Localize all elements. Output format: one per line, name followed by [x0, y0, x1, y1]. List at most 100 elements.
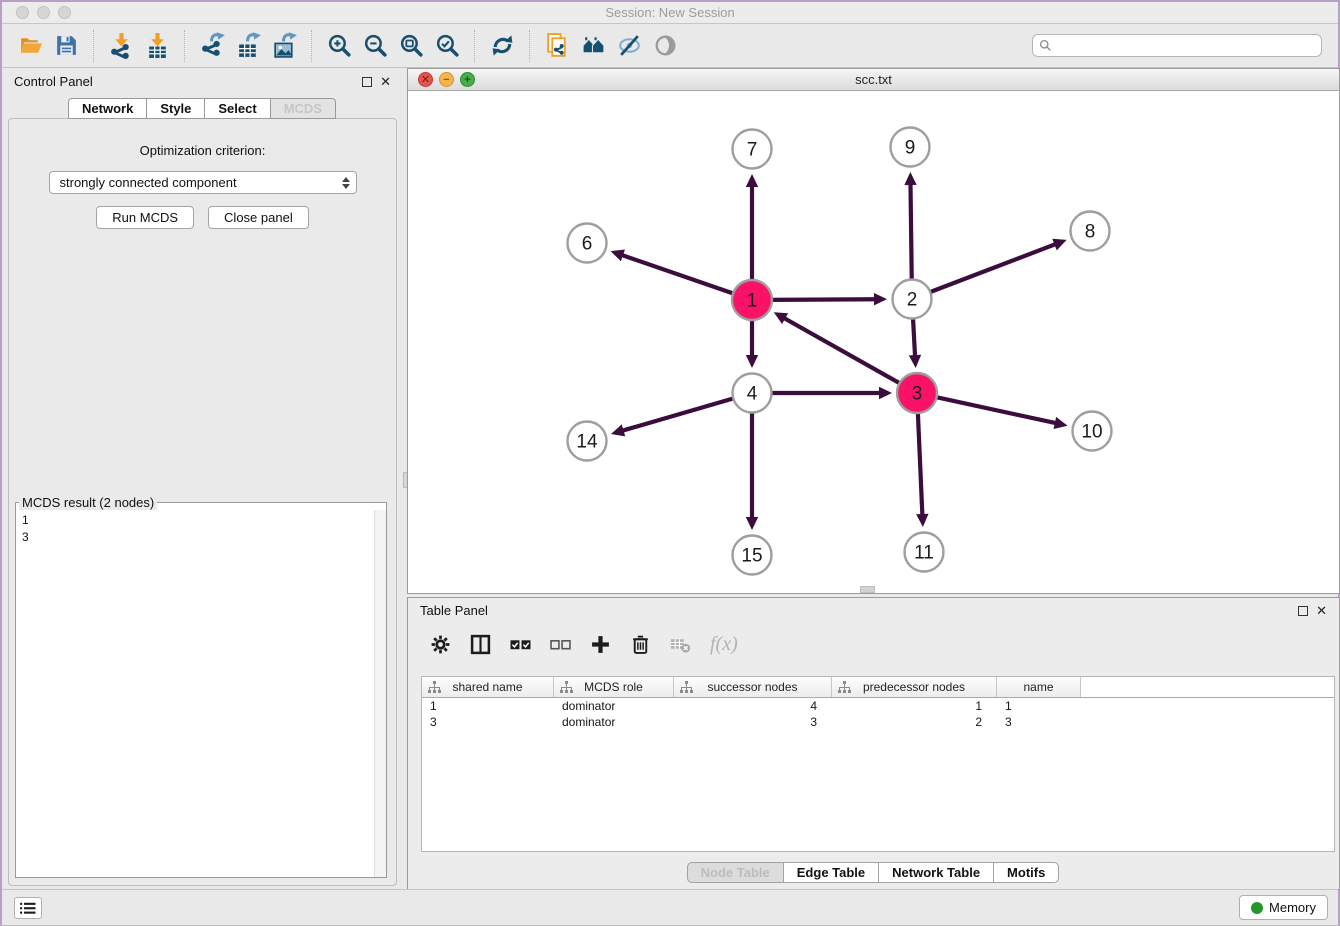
tab-edge-table[interactable]: Edge Table [783, 862, 879, 883]
node-9[interactable]: 9 [891, 128, 930, 167]
minimize-window-icon[interactable] [37, 6, 50, 19]
main-toolbar [2, 24, 1338, 68]
window-controls[interactable] [16, 6, 71, 19]
import-network-icon[interactable] [103, 28, 139, 64]
node-10[interactable]: 10 [1073, 412, 1112, 451]
edge-2-9[interactable] [904, 172, 916, 282]
close-window-icon[interactable] [16, 6, 29, 19]
column-header-successor-nodes[interactable]: successor nodes [674, 677, 832, 697]
settings-gear-icon[interactable] [430, 634, 451, 655]
column-header-predecessor-nodes[interactable]: predecessor nodes [832, 677, 997, 697]
tab-mcds[interactable]: MCDS [270, 98, 336, 119]
result-scrollbar[interactable] [374, 510, 386, 877]
zoom-selected-icon[interactable] [429, 28, 465, 64]
svg-text:3: 3 [912, 384, 923, 405]
node-3[interactable]: 3 [897, 373, 937, 413]
import-table-icon[interactable] [139, 28, 175, 64]
show-panels-eye-icon[interactable] [647, 28, 683, 64]
column-header-name[interactable]: name [997, 677, 1081, 697]
tab-network[interactable]: Network [68, 98, 147, 119]
home-icon[interactable] [575, 28, 611, 64]
tab-select[interactable]: Select [204, 98, 270, 119]
zoom-fit-icon[interactable] [393, 28, 429, 64]
tab-network-table[interactable]: Network Table [878, 862, 994, 883]
edge-4-3[interactable] [770, 387, 893, 399]
network-from-selection-icon[interactable] [539, 28, 575, 64]
float-panel-icon[interactable] [362, 77, 372, 87]
add-column-plus-icon[interactable] [590, 634, 611, 655]
delete-column-trash-icon[interactable] [630, 634, 651, 655]
cell-shared-name[interactable]: 3 [422, 715, 554, 729]
table-row[interactable]: 3dominator323 [422, 714, 1334, 730]
close-panel-icon[interactable]: ✕ [380, 77, 391, 87]
node-6[interactable]: 6 [568, 224, 607, 263]
edge-2-3[interactable] [909, 316, 921, 368]
edge-3-10[interactable] [934, 397, 1067, 429]
node-7[interactable]: 7 [733, 130, 772, 169]
close-network-icon[interactable]: ✕ [418, 72, 433, 87]
task-history-icon[interactable] [14, 897, 42, 919]
cell-name[interactable]: 1 [997, 699, 1081, 713]
cell-predecessor-nodes[interactable]: 1 [832, 699, 997, 713]
node-14[interactable]: 14 [568, 422, 607, 461]
search-input[interactable] [1057, 39, 1315, 53]
tab-node-table[interactable]: Node Table [687, 862, 784, 883]
table-row[interactable]: 1dominator411 [422, 698, 1334, 714]
zoom-in-icon[interactable] [321, 28, 357, 64]
select-all-checkboxes-icon[interactable] [510, 634, 531, 655]
edge-1-2[interactable] [769, 293, 887, 305]
cell-MCDS-role[interactable]: dominator [554, 699, 674, 713]
node-4[interactable]: 4 [733, 374, 772, 413]
cell-name[interactable]: 3 [997, 715, 1081, 729]
node-2[interactable]: 2 [893, 280, 932, 319]
run-mcds-button[interactable]: Run MCDS [96, 206, 194, 229]
close-table-panel-icon[interactable]: ✕ [1316, 606, 1327, 616]
attribute-type-icon [428, 681, 441, 694]
memory-button[interactable]: Memory [1239, 895, 1328, 920]
criterion-select[interactable]: strongly connected component [49, 171, 357, 194]
maximize-window-icon[interactable] [58, 6, 71, 19]
deselect-all-checkboxes-icon[interactable] [550, 634, 571, 655]
edge-4-14[interactable] [611, 398, 735, 436]
tab-style[interactable]: Style [146, 98, 205, 119]
mcds-panel: Optimization criterion: strongly connect… [8, 118, 397, 886]
delete-table-icon[interactable] [670, 634, 691, 655]
minimize-network-icon[interactable]: − [439, 72, 454, 87]
edge-1-4[interactable] [746, 318, 758, 369]
network-canvas[interactable]: 7 9 6 8 1 2 4 3 14 10 15 11 [408, 91, 1339, 593]
cell-predecessor-nodes[interactable]: 2 [832, 715, 997, 729]
control-panel-title: Control Panel [14, 74, 93, 89]
cell-shared-name[interactable]: 1 [422, 699, 554, 713]
column-layout-icon[interactable] [470, 634, 491, 655]
close-panel-button[interactable]: Close panel [208, 206, 309, 229]
export-network-icon[interactable] [194, 28, 230, 64]
column-header-MCDS-role[interactable]: MCDS role [554, 677, 674, 697]
zoom-out-icon[interactable] [357, 28, 393, 64]
edge-1-7[interactable] [746, 174, 758, 283]
refresh-icon[interactable] [484, 28, 520, 64]
edge-1-6[interactable] [611, 250, 736, 295]
edge-4-15[interactable] [746, 411, 758, 531]
edge-3-1[interactable] [774, 312, 902, 384]
horizontal-splitter-grip-icon[interactable] [860, 586, 875, 593]
function-builder-icon[interactable]: f(x) [710, 633, 738, 656]
export-table-icon[interactable] [230, 28, 266, 64]
node-11[interactable]: 11 [905, 533, 944, 572]
export-image-icon[interactable] [266, 28, 302, 64]
cell-successor-nodes[interactable]: 4 [674, 699, 832, 713]
open-session-icon[interactable] [12, 28, 48, 64]
node-8[interactable]: 8 [1071, 212, 1110, 251]
tab-motifs[interactable]: Motifs [993, 862, 1059, 883]
float-table-panel-icon[interactable] [1298, 606, 1308, 616]
node-15[interactable]: 15 [733, 536, 772, 575]
cell-MCDS-role[interactable]: dominator [554, 715, 674, 729]
hide-panels-eye-slash-icon[interactable] [611, 28, 647, 64]
save-session-icon[interactable] [48, 28, 84, 64]
maximize-network-icon[interactable]: + [460, 72, 475, 87]
edge-2-8[interactable] [928, 239, 1066, 293]
search-field[interactable] [1032, 34, 1322, 57]
cell-successor-nodes[interactable]: 3 [674, 715, 832, 729]
node-1[interactable]: 1 [732, 280, 772, 320]
edge-3-11[interactable] [916, 410, 928, 527]
column-header-shared-name[interactable]: shared name [422, 677, 554, 697]
